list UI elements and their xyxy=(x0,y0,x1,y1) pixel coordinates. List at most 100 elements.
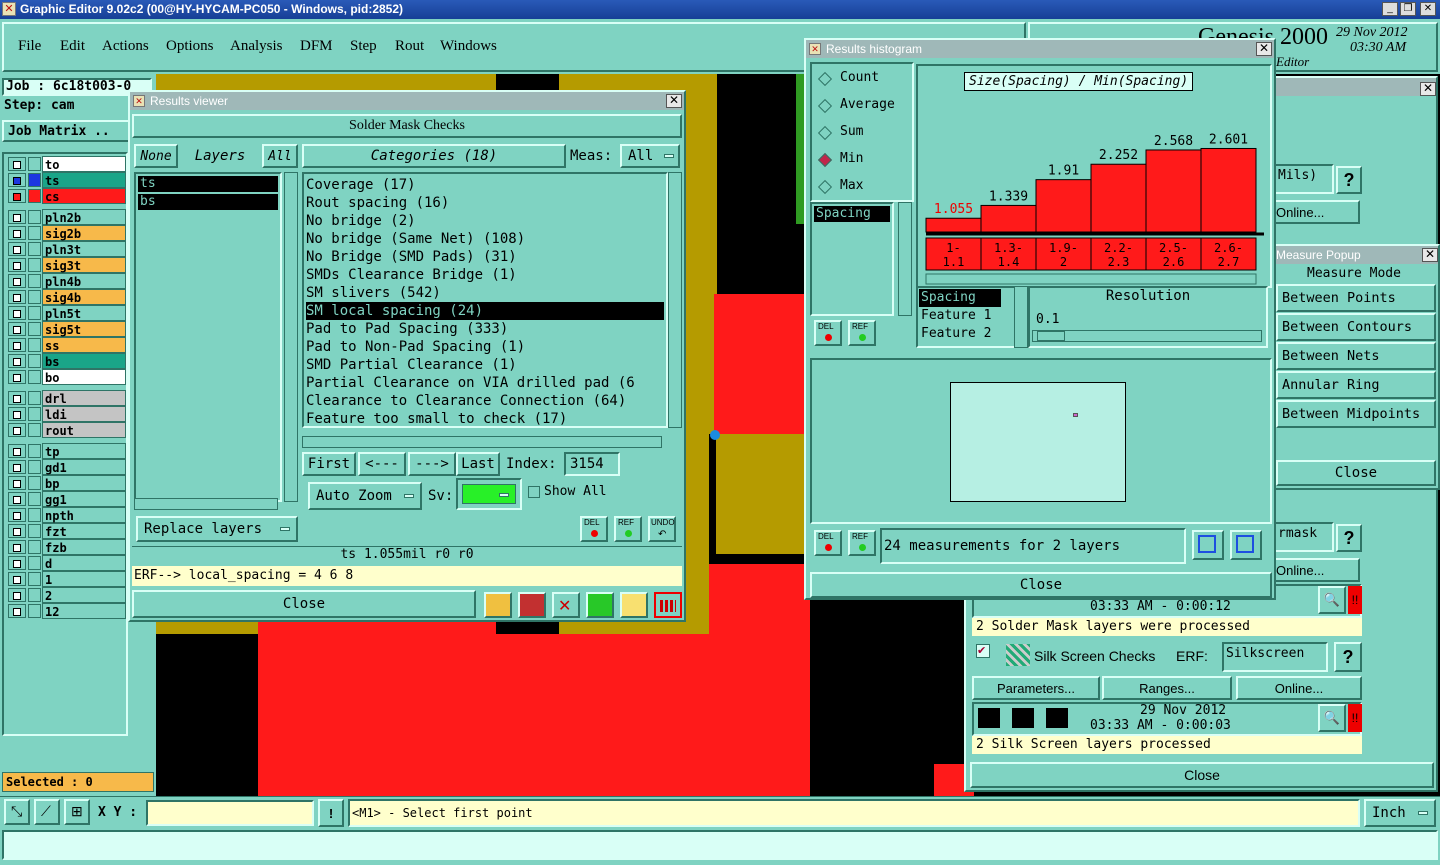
layer-affected-indicator[interactable] xyxy=(28,407,41,421)
layer-row[interactable]: sig4b xyxy=(8,289,126,305)
category-item[interactable]: Coverage (17) xyxy=(306,176,664,194)
category-item[interactable]: Partial Clearance on VIA drilled pad (6 xyxy=(306,374,664,392)
slider-thumb[interactable] xyxy=(1037,331,1065,341)
hist-del-button[interactable]: DEL xyxy=(814,320,842,346)
layer-checkbox[interactable] xyxy=(8,492,26,506)
layer-affected-indicator[interactable] xyxy=(28,370,41,384)
histogram-close-icon[interactable]: ✕ xyxy=(1256,42,1272,56)
layer-name[interactable]: sig3t xyxy=(42,257,126,273)
layer-affected-indicator[interactable] xyxy=(28,423,41,437)
category-item[interactable]: SM local spacing (24) xyxy=(306,302,664,320)
layer-row[interactable]: gd1 xyxy=(8,459,126,475)
menu-analysis[interactable]: Analysis xyxy=(230,38,283,55)
layer-row[interactable]: npth xyxy=(8,507,126,523)
menu-step[interactable]: Step xyxy=(350,38,377,55)
layer-name[interactable]: rout xyxy=(42,422,126,438)
snapshot-icon[interactable] xyxy=(518,592,546,618)
checks-close-icon[interactable]: ✕ xyxy=(1420,82,1436,96)
layer-checkbox[interactable] xyxy=(8,391,26,405)
viewer-close-button[interactable]: Close xyxy=(132,590,476,618)
layer-affected-indicator[interactable] xyxy=(28,322,41,336)
unit-dropdown[interactable]: Inch xyxy=(1364,799,1436,827)
step-icon[interactable] xyxy=(586,592,614,618)
layer-affected-indicator[interactable] xyxy=(28,306,41,320)
layer-affected-indicator[interactable] xyxy=(28,258,41,272)
category-item[interactable]: No Bridge (SMD Pads) (31) xyxy=(306,248,664,266)
measure-mode-item[interactable]: Between Contours xyxy=(1276,313,1436,341)
replace-layers-dropdown[interactable]: Replace layers xyxy=(136,516,298,542)
menu-file[interactable]: File xyxy=(18,38,41,55)
layer-affected-indicator[interactable] xyxy=(28,354,41,368)
layer-name[interactable]: to xyxy=(42,156,126,172)
command-line[interactable] xyxy=(2,830,1438,860)
layer-affected-indicator[interactable] xyxy=(28,189,41,203)
layer-row[interactable]: bp xyxy=(8,475,126,491)
layer-name[interactable]: d xyxy=(42,555,126,571)
radio-icon[interactable] xyxy=(817,179,833,195)
del-button[interactable]: DEL xyxy=(580,516,608,542)
minimize-button[interactable]: _ xyxy=(1382,2,1398,16)
feature-row[interactable]: Spacing xyxy=(919,289,1001,307)
layer-affected-indicator[interactable] xyxy=(28,556,41,570)
menu-windows[interactable]: Windows xyxy=(440,38,497,55)
measure-close-button[interactable]: Close xyxy=(1276,460,1436,486)
measure-mode-item[interactable]: Between Nets xyxy=(1276,342,1436,370)
layer-row[interactable]: pln3t xyxy=(8,241,126,257)
measure-mode-item[interactable]: Between Midpoints xyxy=(1276,400,1436,428)
category-item[interactable]: No bridge (2) xyxy=(306,212,664,230)
results-viewer-close-icon[interactable]: ✕ xyxy=(666,94,682,108)
layer-checkbox[interactable] xyxy=(8,508,26,522)
category-item[interactable]: SMD Partial Clearance (1) xyxy=(306,356,664,374)
layer-checkbox[interactable] xyxy=(8,524,26,538)
layer-checkbox[interactable] xyxy=(8,242,26,256)
show-all-checkbox[interactable] xyxy=(528,486,540,498)
erase-icon[interactable]: ✕ xyxy=(552,592,580,618)
layer-affected-indicator[interactable] xyxy=(28,338,41,352)
undo-button[interactable]: UNDO ↶ xyxy=(648,516,676,542)
layer-name[interactable]: ss xyxy=(42,337,126,353)
measure-close-icon[interactable]: ✕ xyxy=(1422,248,1438,262)
radio-icon[interactable] xyxy=(817,125,833,141)
measure-mode-item[interactable]: Between Points xyxy=(1276,284,1436,312)
histogram-bar[interactable] xyxy=(980,204,1037,233)
layer-checkbox[interactable] xyxy=(8,157,26,171)
prev-button[interactable]: <--- xyxy=(358,452,406,476)
layer-name[interactable]: sig2b xyxy=(42,225,126,241)
layer-row[interactable]: rout xyxy=(8,422,126,438)
layer-affected-indicator[interactable] xyxy=(28,444,41,458)
layer-checkbox[interactable] xyxy=(8,306,26,320)
layer-affected-indicator[interactable] xyxy=(28,290,41,304)
layer-list-hscrollbar[interactable] xyxy=(134,498,278,510)
menu-actions[interactable]: Actions xyxy=(102,38,149,55)
layer-affected-indicator[interactable] xyxy=(28,173,41,187)
radio-icon[interactable] xyxy=(817,152,833,168)
layer-list-scrollbar[interactable] xyxy=(284,172,298,502)
layer-row[interactable]: ldi xyxy=(8,406,126,422)
layer-checkbox[interactable] xyxy=(8,604,26,618)
layer-row[interactable]: gg1 xyxy=(8,491,126,507)
layer-row[interactable]: drl xyxy=(8,390,126,406)
close-window-button[interactable]: ✕ xyxy=(1420,2,1436,16)
category-item[interactable]: Rout spacing (16) xyxy=(306,194,664,212)
layer-name[interactable]: cs xyxy=(42,188,126,204)
layer-row[interactable]: d xyxy=(8,555,126,571)
help-button-2[interactable]: ? xyxy=(1336,524,1362,552)
zoom-home-icon[interactable]: ⤡ xyxy=(4,799,30,825)
checks-close-button[interactable]: Close xyxy=(970,762,1434,788)
hist-ref-button[interactable]: REF xyxy=(848,320,876,346)
category-item[interactable]: Pad to Pad Spacing (333) xyxy=(306,320,664,338)
last-button[interactable]: Last xyxy=(456,452,500,476)
layer-affected-indicator[interactable] xyxy=(28,508,41,522)
layer-row[interactable]: to xyxy=(8,156,126,172)
layer-color-icon[interactable] xyxy=(484,592,512,618)
layer-name[interactable]: npth xyxy=(42,507,126,523)
measure-mode-item[interactable]: Annular Ring xyxy=(1276,371,1436,399)
layer-name[interactable]: gd1 xyxy=(42,459,126,475)
layer-row[interactable]: sig5t xyxy=(8,321,126,337)
grid-icon[interactable]: ⊞ xyxy=(64,799,90,825)
layer-checkbox[interactable] xyxy=(8,540,26,554)
layer-checkbox[interactable] xyxy=(8,210,26,224)
category-item[interactable]: Feature too small to check (17) xyxy=(306,410,664,426)
layer-row[interactable]: pln2b xyxy=(8,209,126,225)
layer-affected-indicator[interactable] xyxy=(28,226,41,240)
